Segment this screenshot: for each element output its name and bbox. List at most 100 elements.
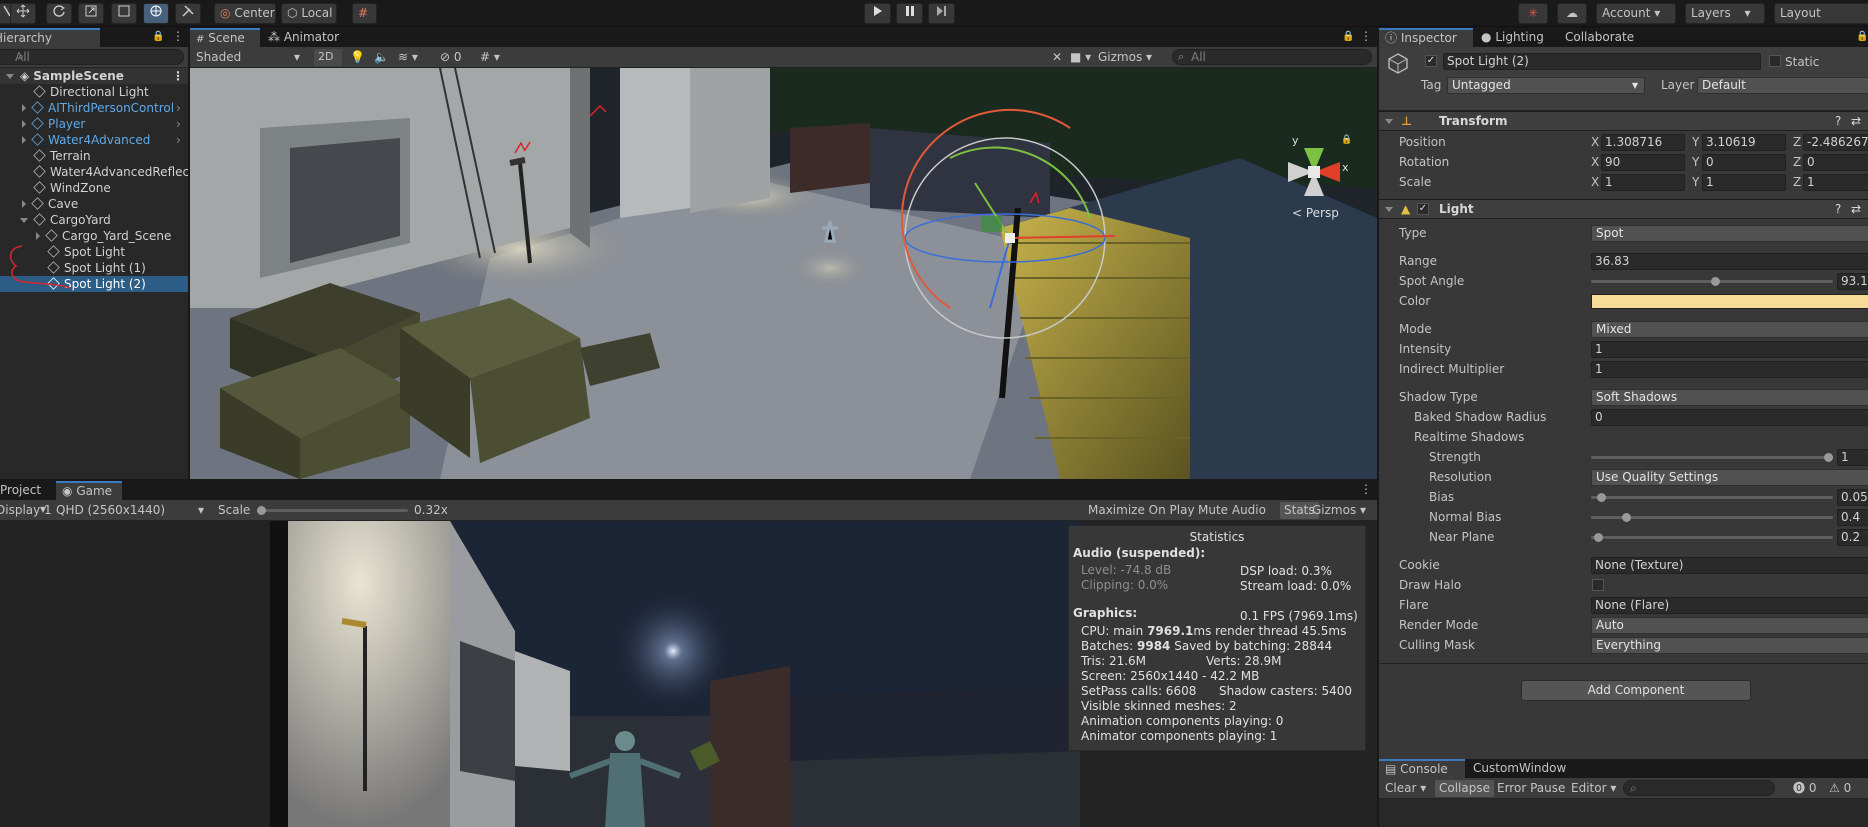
scale-x-field[interactable]: 1: [1601, 174, 1685, 191]
settings-icon[interactable]: ⇄: [1851, 112, 1861, 131]
custom-tool-button[interactable]: [175, 3, 201, 24]
culling-mask-dropdown[interactable]: Everything: [1591, 637, 1868, 654]
spot-angle-knob[interactable]: [1711, 277, 1721, 286]
tab-inspector[interactable]: ⓘ Inspector: [1379, 28, 1473, 47]
step-button[interactable]: [928, 3, 955, 24]
lock-icon[interactable]: 🔒: [152, 31, 164, 42]
hierarchy-item[interactable]: AIThirdPersonControl ›: [0, 100, 188, 116]
help-icon[interactable]: ?: [1835, 112, 1841, 131]
maximize-on-play-toggle[interactable]: Maximize On Play: [1084, 502, 1199, 519]
normal-bias-knob[interactable]: [1621, 513, 1631, 522]
scale-z-field[interactable]: 1: [1803, 174, 1868, 191]
error-count-toggle[interactable]: ⓿ 0: [1789, 780, 1820, 797]
rect-tool-button[interactable]: [111, 3, 137, 24]
spot-angle-field[interactable]: 93.1: [1837, 273, 1868, 290]
bias-knob[interactable]: [1596, 493, 1606, 502]
range-field[interactable]: 36.83: [1591, 253, 1868, 270]
collapse-toggle[interactable]: Collapse: [1435, 780, 1494, 797]
shading-dropdown[interactable]: Shaded ▾: [192, 49, 304, 66]
audio-toggle[interactable]: 🔈: [370, 49, 393, 66]
scene-search-input[interactable]: All: [1172, 49, 1372, 65]
tag-dropdown[interactable]: Untagged ▾: [1447, 77, 1645, 94]
tab-hierarchy[interactable]: Hierarchy: [0, 28, 100, 47]
tab-custom-window[interactable]: CustomWindow: [1467, 759, 1577, 778]
strength-field[interactable]: 1: [1837, 449, 1868, 466]
move-tool-button[interactable]: [10, 3, 36, 24]
add-component-button[interactable]: Add Component: [1521, 680, 1751, 701]
menu-icon[interactable]: ⋮: [1360, 482, 1372, 496]
tab-lighting[interactable]: ● Lighting: [1475, 28, 1555, 47]
indirect-multiplier-field[interactable]: 1: [1591, 361, 1868, 378]
gizmos-dropdown[interactable]: Gizmos ▾: [1094, 49, 1154, 66]
layers-dropdown[interactable]: Layers ▾: [1685, 3, 1765, 24]
light-enabled-checkbox[interactable]: ✓: [1417, 203, 1429, 215]
scene-viewport[interactable]: y x 🔒 < Persp: [190, 68, 1377, 479]
mode-dropdown[interactable]: Mixed: [1591, 321, 1868, 338]
camera-dropdown[interactable]: ■ ▾: [1066, 49, 1095, 66]
hierarchy-item[interactable]: Water4Advanced ›: [0, 132, 188, 148]
account-dropdown[interactable]: Account ▾: [1596, 3, 1676, 24]
resolution-dropdown[interactable]: QHD (2560x1440) ▾: [52, 502, 212, 519]
active-checkbox[interactable]: ✓: [1425, 55, 1437, 67]
object-name-field[interactable]: Spot Light (2): [1443, 53, 1761, 70]
normal-bias-field[interactable]: 0.4: [1837, 509, 1868, 526]
hierarchy-item[interactable]: Player ›: [0, 116, 188, 132]
menu-icon[interactable]: ⋮: [172, 68, 184, 84]
flare-field[interactable]: None (Flare): [1591, 597, 1868, 614]
pivot-local-button[interactable]: ⬡ Local: [281, 3, 337, 24]
rotate-tool-button[interactable]: [46, 3, 72, 24]
cookie-field[interactable]: None (Texture): [1591, 557, 1868, 574]
tab-animator[interactable]: ⁂ Animator: [262, 28, 352, 47]
static-checkbox[interactable]: [1769, 55, 1781, 67]
scene-root[interactable]: ◈ SampleScene ⋮: [0, 68, 188, 84]
mute-audio-toggle[interactable]: Mute Audio: [1194, 502, 1270, 519]
clear-button[interactable]: Clear ▾: [1381, 780, 1430, 797]
chevron-right-icon[interactable]: ›: [176, 132, 181, 148]
help-icon[interactable]: ?: [1835, 200, 1841, 219]
2d-toggle[interactable]: 2D: [314, 49, 342, 66]
hierarchy-item[interactable]: Cave: [0, 196, 188, 212]
lock-icon[interactable]: 🔒: [1341, 135, 1352, 145]
chevron-right-icon[interactable]: ›: [176, 100, 181, 116]
light-header[interactable]: ▲ ✓ Light ? ⇄: [1379, 199, 1868, 219]
scale-slider-knob[interactable]: [257, 506, 266, 515]
position-z-field[interactable]: -2.486267: [1803, 134, 1868, 151]
menu-icon[interactable]: ⋮: [1360, 29, 1372, 43]
bias-field[interactable]: 0.05: [1837, 489, 1868, 506]
game-gizmos-dropdown[interactable]: Gizmos ▾: [1308, 502, 1378, 519]
tab-collaborate[interactable]: Collaborate: [1559, 28, 1649, 47]
lock-icon[interactable]: 🔒: [1856, 31, 1868, 42]
effects-dropdown[interactable]: ≋ ▾: [394, 49, 422, 66]
render-mode-dropdown[interactable]: Auto: [1591, 617, 1868, 634]
transform-header[interactable]: ⊥ Transform ? ⇄: [1379, 111, 1868, 131]
rotation-z-field[interactable]: 0: [1803, 154, 1868, 171]
strength-knob[interactable]: [1824, 453, 1833, 462]
tab-scene[interactable]: # Scene: [190, 28, 260, 47]
grid-dropdown[interactable]: # ▾: [476, 49, 504, 66]
hierarchy-item[interactable]: CargoYard: [0, 212, 188, 228]
position-x-field[interactable]: 1.308716: [1601, 134, 1685, 151]
settings-icon[interactable]: ⇄: [1851, 200, 1861, 219]
editor-dropdown[interactable]: Editor ▾: [1567, 780, 1620, 797]
tab-console[interactable]: ▤ Console: [1379, 759, 1465, 778]
lighting-toggle[interactable]: 💡: [346, 49, 369, 66]
hierarchy-search-input[interactable]: All: [0, 49, 184, 65]
intensity-field[interactable]: 1: [1591, 341, 1868, 358]
bias-slider[interactable]: [1591, 496, 1833, 499]
persp-label[interactable]: < Persp: [1292, 206, 1339, 220]
menu-icon[interactable]: ⋮: [172, 29, 184, 43]
game-viewport[interactable]: Statistics Audio (suspended): Level: -74…: [0, 521, 1377, 827]
scale-slider[interactable]: [260, 509, 408, 512]
hierarchy-item[interactable]: Terrain: [0, 148, 188, 164]
warning-count-toggle[interactable]: ⚠ 0: [1825, 780, 1855, 797]
hierarchy-item[interactable]: WindZone: [0, 180, 188, 196]
hierarchy-item[interactable]: Water4AdvancedReflect: [0, 164, 188, 180]
collab-button[interactable]: ✳: [1518, 3, 1548, 24]
shadow-type-dropdown[interactable]: Soft Shadows: [1591, 389, 1868, 406]
scale-y-field[interactable]: 1: [1702, 174, 1786, 191]
near-plane-slider[interactable]: [1591, 536, 1833, 539]
chevron-right-icon[interactable]: ›: [176, 116, 181, 132]
draw-halo-checkbox[interactable]: [1592, 579, 1604, 591]
error-pause-toggle[interactable]: Error Pause: [1493, 780, 1569, 797]
position-y-field[interactable]: 3.10619: [1702, 134, 1786, 151]
